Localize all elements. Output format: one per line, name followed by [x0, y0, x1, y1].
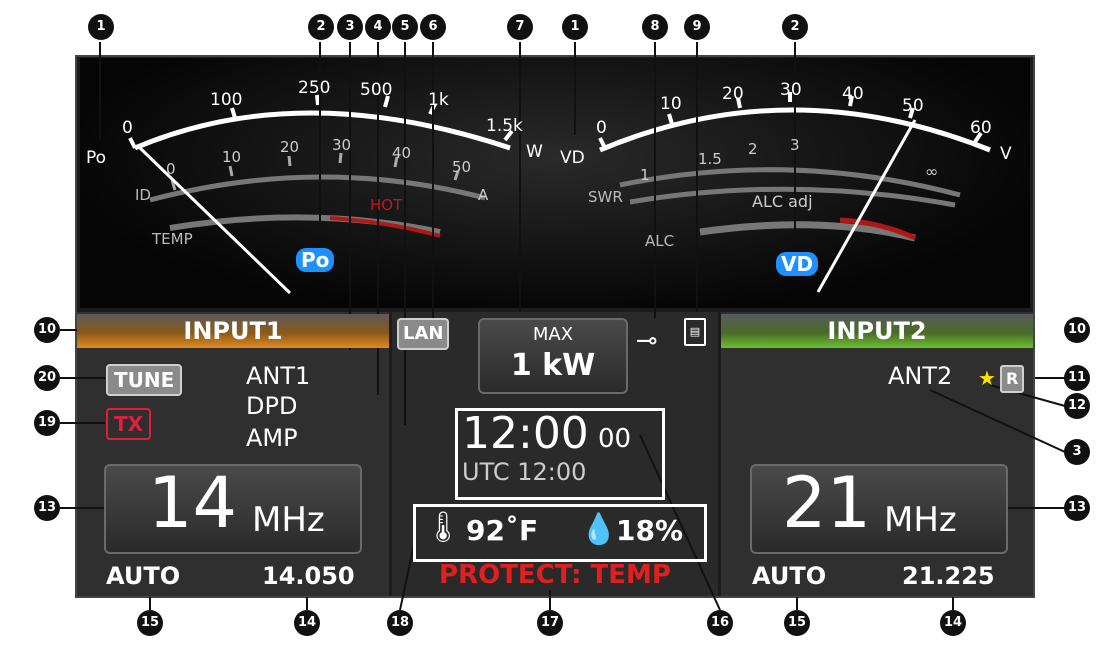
tune-button[interactable]: TUNE — [106, 364, 183, 396]
unit-v-label: V — [1000, 144, 1012, 164]
tx-indicator: TX — [106, 408, 152, 440]
input2-bar[interactable]: INPUT2 — [721, 314, 1033, 348]
tick-v-40: 40 — [842, 84, 864, 104]
vd-meter-badge[interactable]: VD — [776, 252, 819, 276]
alc-adj-label: ALC adj — [752, 192, 813, 211]
tick-a-10: 10 — [222, 148, 242, 166]
temperature-value: 92˚F — [466, 514, 539, 547]
remote-indicator: R — [1000, 365, 1025, 393]
callout-2: 2 — [308, 14, 334, 40]
callout-2b: 2 — [782, 14, 808, 40]
callout-14-left: 14 — [294, 610, 320, 636]
callout-8: 8 — [642, 14, 668, 40]
swr-scale-label: SWR — [588, 188, 623, 206]
thermometer-icon: 🌡 — [424, 510, 463, 545]
unit-a-label: A — [478, 186, 489, 204]
power-label: 1 kW — [510, 348, 596, 383]
callout-16: 16 — [707, 610, 733, 636]
humidity-value: 18% — [616, 514, 684, 547]
mode-right: AUTO — [752, 562, 827, 590]
callout-6: 6 — [420, 14, 446, 40]
callout-3: 3 — [337, 14, 363, 40]
alc-scale-label: ALC — [645, 232, 675, 250]
utc-time: UTC 12:00 — [462, 458, 587, 486]
antenna-label-right: ANT2 — [888, 362, 953, 390]
callout-12: 12 — [1064, 393, 1090, 419]
callout-13-right: 13 — [1064, 495, 1090, 521]
callout-14-right: 14 — [940, 610, 966, 636]
callout-10-right: 10 — [1064, 317, 1090, 343]
tick-a-30: 30 — [332, 136, 352, 154]
id-scale-label: ID — [135, 186, 151, 204]
hot-zone-label: HOT — [370, 196, 403, 214]
po-meter-badge[interactable]: Po — [296, 248, 335, 272]
callout-19: 19 — [34, 410, 60, 436]
callout-5: 5 — [392, 14, 418, 40]
amp-label: AMP — [246, 424, 298, 452]
star-icon: ★ — [978, 366, 996, 390]
tick-v-60: 60 — [970, 118, 992, 138]
tick-swr-2: 2 — [748, 140, 758, 158]
tick-swr-1: 1 — [640, 166, 650, 184]
tick-swr-inf: ∞ — [925, 162, 939, 181]
callout-4: 4 — [365, 14, 391, 40]
tick-a-0: 0 — [166, 160, 176, 178]
vd-scale-label: VD — [560, 148, 585, 168]
callout-1: 1 — [88, 14, 114, 40]
callout-20: 20 — [34, 365, 60, 391]
tick-swr-3: 3 — [790, 136, 800, 154]
antenna-label-left: ANT1 — [246, 362, 311, 390]
input1-bar[interactable]: INPUT1 — [77, 314, 389, 348]
callout-3b: 3 — [1064, 439, 1090, 465]
key-icon: ⊸ — [636, 326, 658, 356]
tick-a-20: 20 — [280, 138, 300, 156]
dpd-label: DPD — [246, 392, 298, 420]
mode-left: AUTO — [106, 562, 181, 590]
callout-1b: 1 — [562, 14, 588, 40]
band-value-left: 14 — [148, 462, 238, 544]
tick-swr-1.5: 1.5 — [698, 150, 722, 168]
tick-v-50: 50 — [902, 96, 924, 116]
tick-w-100: 100 — [210, 90, 243, 110]
tick-a-40: 40 — [392, 144, 412, 162]
freq-left: 14.050 — [262, 562, 355, 590]
tick-w-250: 250 — [298, 78, 331, 98]
callout-11: 11 — [1064, 365, 1090, 391]
clock-seconds: 00 — [598, 424, 632, 454]
callout-15-right: 15 — [784, 610, 810, 636]
tick-v-20: 20 — [722, 84, 744, 104]
tick-v-30: 30 — [780, 80, 802, 100]
unit-w-label: W — [526, 142, 543, 162]
callout-13-left: 13 — [34, 495, 60, 521]
tick-a-50: 50 — [452, 158, 472, 176]
band-unit-right: MHz — [884, 500, 957, 540]
callout-7: 7 — [507, 14, 533, 40]
freq-right: 21.225 — [902, 562, 995, 590]
sd-card-icon: ▤ — [684, 318, 706, 346]
tick-w-1.5k: 1.5k — [486, 116, 523, 136]
po-scale-label: Po — [86, 148, 107, 168]
max-label: MAX — [532, 324, 574, 345]
clock-time: 12:00 — [462, 408, 589, 459]
callout-9: 9 — [684, 14, 710, 40]
tick-v-10: 10 — [660, 94, 682, 114]
temp-scale-label: TEMP — [152, 230, 193, 248]
callout-10-left: 10 — [34, 317, 60, 343]
tick-w-0: 0 — [122, 118, 133, 138]
band-value-right: 21 — [782, 462, 872, 544]
protect-status: PROTECT: TEMP — [439, 560, 671, 590]
tick-w-1k: 1k — [428, 90, 449, 110]
callout-18: 18 — [387, 610, 413, 636]
lan-indicator: LAN — [397, 318, 450, 350]
callout-15-left: 15 — [137, 610, 163, 636]
tick-v-0: 0 — [596, 118, 607, 138]
tick-w-500: 500 — [360, 80, 393, 100]
callout-17: 17 — [537, 610, 563, 636]
band-unit-left: MHz — [252, 500, 325, 540]
humidity-icon: 💧 — [580, 512, 618, 547]
